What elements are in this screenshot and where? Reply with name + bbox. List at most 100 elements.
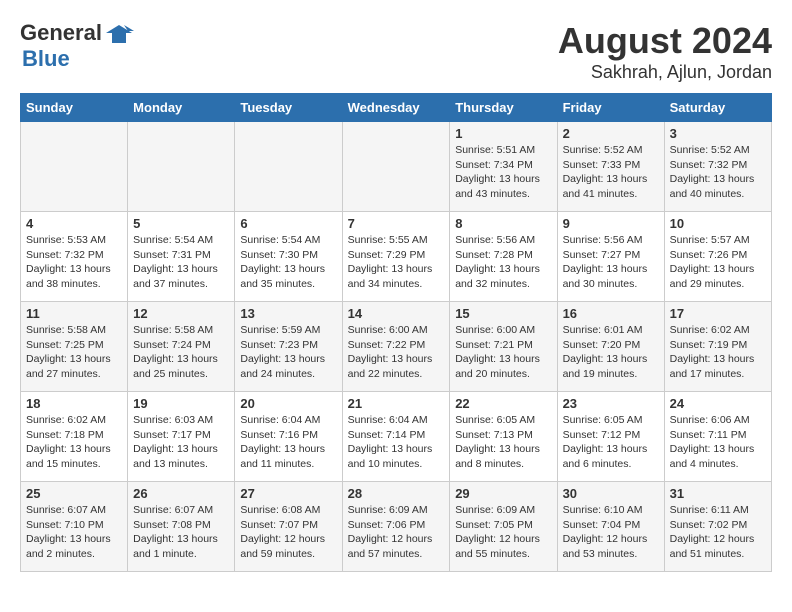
title-area: August 2024 Sakhrah, Ajlun, Jordan xyxy=(558,20,772,83)
day-number: 3 xyxy=(670,126,766,141)
day-number: 4 xyxy=(26,216,122,231)
day-info: Sunrise: 5:52 AM Sunset: 7:32 PM Dayligh… xyxy=(670,143,766,202)
calendar-cell: 11 Sunrise: 5:58 AM Sunset: 7:25 PM Dayli… xyxy=(21,302,128,392)
day-info: Sunrise: 6:00 AM Sunset: 7:21 PM Dayligh… xyxy=(455,323,551,382)
day-number: 25 xyxy=(26,486,122,501)
day-info: Sunrise: 6:02 AM Sunset: 7:19 PM Dayligh… xyxy=(670,323,766,382)
calendar-cell: 30 Sunrise: 6:10 AM Sunset: 7:04 PM Dayli… xyxy=(557,482,664,572)
day-info: Sunrise: 5:54 AM Sunset: 7:31 PM Dayligh… xyxy=(133,233,229,292)
day-number: 28 xyxy=(348,486,445,501)
calendar-cell: 4 Sunrise: 5:53 AM Sunset: 7:32 PM Daylig… xyxy=(21,212,128,302)
day-info: Sunrise: 5:53 AM Sunset: 7:32 PM Dayligh… xyxy=(26,233,122,292)
calendar-week-row: 18Sunrise: 6:02 AM Sunset: 7:18 PM Dayli… xyxy=(21,392,772,482)
day-header-saturday: Saturday xyxy=(664,94,771,122)
day-number: 29 xyxy=(455,486,551,501)
day-number: 23 xyxy=(563,396,659,411)
day-number: 15 xyxy=(455,306,551,321)
day-info: Sunrise: 6:01 AM Sunset: 7:20 PM Dayligh… xyxy=(563,323,659,382)
calendar-cell: 12Sunrise: 5:58 AM Sunset: 7:24 PM Dayli… xyxy=(128,302,235,392)
day-number: 18 xyxy=(26,396,122,411)
calendar-cell: 23 Sunrise: 6:05 AM Sunset: 7:12 PM Dayli… xyxy=(557,392,664,482)
calendar-cell: 13Sunrise: 5:59 AM Sunset: 7:23 PM Dayli… xyxy=(235,302,342,392)
day-number: 20 xyxy=(240,396,336,411)
calendar-cell: 26 Sunrise: 6:07 AM Sunset: 7:08 PM Dayli… xyxy=(128,482,235,572)
page-title: August 2024 xyxy=(558,20,772,62)
logo-blue-text: Blue xyxy=(22,46,70,71)
day-info: Sunrise: 6:04 AM Sunset: 7:14 PM Dayligh… xyxy=(348,413,445,472)
day-info: Sunrise: 6:11 AM Sunset: 7:02 PM Dayligh… xyxy=(670,503,766,562)
day-info: Sunrise: 5:51 AM Sunset: 7:34 PM Dayligh… xyxy=(455,143,551,202)
day-number: 19 xyxy=(133,396,229,411)
logo-text: General xyxy=(20,20,134,46)
calendar-cell: 8Sunrise: 5:56 AM Sunset: 7:28 PM Daylig… xyxy=(450,212,557,302)
day-header-tuesday: Tuesday xyxy=(235,94,342,122)
day-number: 31 xyxy=(670,486,766,501)
calendar-cell: 28 Sunrise: 6:09 AM Sunset: 7:06 PM Dayli… xyxy=(342,482,450,572)
day-info: Sunrise: 6:06 AM Sunset: 7:11 PM Dayligh… xyxy=(670,413,766,472)
day-info: Sunrise: 5:58 AM Sunset: 7:25 PM Dayligh… xyxy=(26,323,122,382)
day-number: 16 xyxy=(563,306,659,321)
day-info: Sunrise: 5:59 AM Sunset: 7:23 PM Dayligh… xyxy=(240,323,336,382)
calendar-week-row: 25 Sunrise: 6:07 AM Sunset: 7:10 PM Dayli… xyxy=(21,482,772,572)
logo: General Blue xyxy=(20,20,134,72)
calendar-cell: 21 Sunrise: 6:04 AM Sunset: 7:14 PM Dayli… xyxy=(342,392,450,482)
day-info: Sunrise: 6:07 AM Sunset: 7:10 PM Dayligh… xyxy=(26,503,122,562)
day-number: 30 xyxy=(563,486,659,501)
calendar-cell: 18Sunrise: 6:02 AM Sunset: 7:18 PM Dayli… xyxy=(21,392,128,482)
calendar-cell: 3 Sunrise: 5:52 AM Sunset: 7:32 PM Daylig… xyxy=(664,122,771,212)
calendar-cell: 5Sunrise: 5:54 AM Sunset: 7:31 PM Daylig… xyxy=(128,212,235,302)
calendar-cell: 6 Sunrise: 5:54 AM Sunset: 7:30 PM Daylig… xyxy=(235,212,342,302)
calendar-table: SundayMondayTuesdayWednesdayThursdayFrid… xyxy=(20,93,772,572)
day-number: 6 xyxy=(240,216,336,231)
day-number: 27 xyxy=(240,486,336,501)
calendar-cell: 16 Sunrise: 6:01 AM Sunset: 7:20 PM Dayli… xyxy=(557,302,664,392)
day-info: Sunrise: 6:00 AM Sunset: 7:22 PM Dayligh… xyxy=(348,323,445,382)
day-number: 21 xyxy=(348,396,445,411)
calendar-cell: 17Sunrise: 6:02 AM Sunset: 7:19 PM Dayli… xyxy=(664,302,771,392)
day-header-monday: Monday xyxy=(128,94,235,122)
day-info: Sunrise: 6:08 AM Sunset: 7:07 PM Dayligh… xyxy=(240,503,336,562)
day-info: Sunrise: 6:05 AM Sunset: 7:13 PM Dayligh… xyxy=(455,413,551,472)
day-header-sunday: Sunday xyxy=(21,94,128,122)
day-number: 26 xyxy=(133,486,229,501)
calendar-cell: 7Sunrise: 5:55 AM Sunset: 7:29 PM Daylig… xyxy=(342,212,450,302)
day-info: Sunrise: 6:03 AM Sunset: 7:17 PM Dayligh… xyxy=(133,413,229,472)
day-number: 22 xyxy=(455,396,551,411)
day-number: 9 xyxy=(563,216,659,231)
calendar-week-row: 11 Sunrise: 5:58 AM Sunset: 7:25 PM Dayli… xyxy=(21,302,772,392)
day-number: 1 xyxy=(455,126,551,141)
calendar-cell: 24 Sunrise: 6:06 AM Sunset: 7:11 PM Dayli… xyxy=(664,392,771,482)
day-number: 2 xyxy=(563,126,659,141)
day-info: Sunrise: 5:54 AM Sunset: 7:30 PM Dayligh… xyxy=(240,233,336,292)
day-number: 24 xyxy=(670,396,766,411)
day-info: Sunrise: 6:05 AM Sunset: 7:12 PM Dayligh… xyxy=(563,413,659,472)
calendar-cell: 2 Sunrise: 5:52 AM Sunset: 7:33 PM Daylig… xyxy=(557,122,664,212)
day-info: Sunrise: 6:10 AM Sunset: 7:04 PM Dayligh… xyxy=(563,503,659,562)
day-info: Sunrise: 5:57 AM Sunset: 7:26 PM Dayligh… xyxy=(670,233,766,292)
calendar-cell xyxy=(21,122,128,212)
day-info: Sunrise: 5:56 AM Sunset: 7:27 PM Dayligh… xyxy=(563,233,659,292)
day-header-friday: Friday xyxy=(557,94,664,122)
page-subtitle: Sakhrah, Ajlun, Jordan xyxy=(558,62,772,83)
day-info: Sunrise: 6:09 AM Sunset: 7:05 PM Dayligh… xyxy=(455,503,551,562)
day-header-thursday: Thursday xyxy=(450,94,557,122)
day-header-wednesday: Wednesday xyxy=(342,94,450,122)
day-info: Sunrise: 5:52 AM Sunset: 7:33 PM Dayligh… xyxy=(563,143,659,202)
calendar-cell: 22 Sunrise: 6:05 AM Sunset: 7:13 PM Dayli… xyxy=(450,392,557,482)
day-info: Sunrise: 6:07 AM Sunset: 7:08 PM Dayligh… xyxy=(133,503,229,562)
day-number: 11 xyxy=(26,306,122,321)
day-info: Sunrise: 5:58 AM Sunset: 7:24 PM Dayligh… xyxy=(133,323,229,382)
calendar-cell: 15 Sunrise: 6:00 AM Sunset: 7:21 PM Dayli… xyxy=(450,302,557,392)
calendar-cell xyxy=(128,122,235,212)
day-number: 10 xyxy=(670,216,766,231)
page-header: General Blue August 2024 Sakhrah, Ajlun,… xyxy=(20,20,772,83)
day-info: Sunrise: 5:55 AM Sunset: 7:29 PM Dayligh… xyxy=(348,233,445,292)
day-info: Sunrise: 6:09 AM Sunset: 7:06 PM Dayligh… xyxy=(348,503,445,562)
day-number: 14 xyxy=(348,306,445,321)
day-info: Sunrise: 6:04 AM Sunset: 7:16 PM Dayligh… xyxy=(240,413,336,472)
day-number: 8 xyxy=(455,216,551,231)
calendar-cell: 14 Sunrise: 6:00 AM Sunset: 7:22 PM Dayli… xyxy=(342,302,450,392)
calendar-week-row: 1 Sunrise: 5:51 AM Sunset: 7:34 PM Daylig… xyxy=(21,122,772,212)
calendar-cell: 9 Sunrise: 5:56 AM Sunset: 7:27 PM Daylig… xyxy=(557,212,664,302)
calendar-week-row: 4 Sunrise: 5:53 AM Sunset: 7:32 PM Daylig… xyxy=(21,212,772,302)
